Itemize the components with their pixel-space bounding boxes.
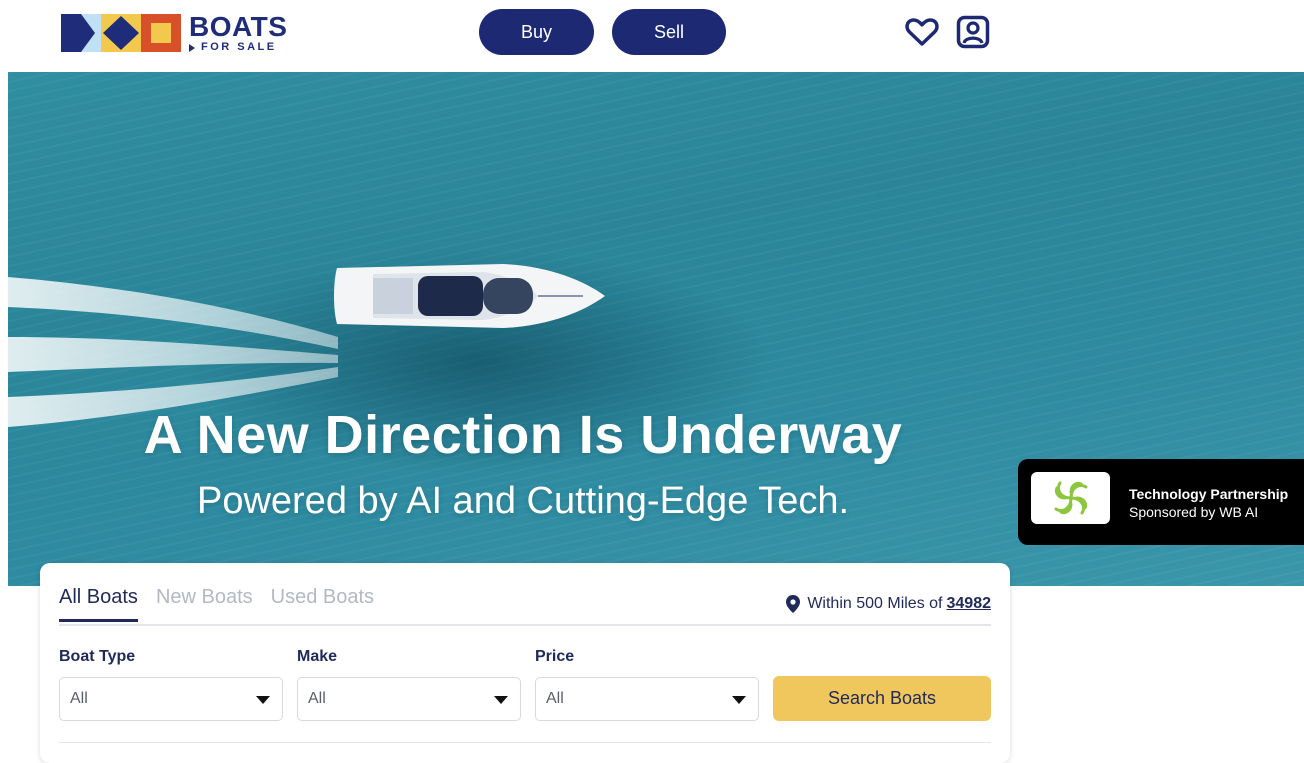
price-label: Price — [535, 648, 575, 665]
tab-all-boats[interactable]: All Boats — [59, 586, 138, 622]
search-tabs: All Boats New Boats Used Boats — [59, 586, 374, 622]
partner-badge[interactable]: Technology Partnership Sponsored by WB A… — [1018, 459, 1304, 545]
boat-type-label: Boat Type — [59, 648, 136, 665]
triangle-icon — [189, 43, 195, 52]
site-logo[interactable]: BOATS FOR SALE — [61, 13, 287, 53]
price-select[interactable]: All — [535, 677, 759, 721]
partner-text: Technology Partnership Sponsored by WB A… — [1129, 485, 1288, 521]
card-divider — [59, 742, 991, 743]
make-select[interactable]: All — [297, 677, 521, 721]
yacht-image — [334, 264, 605, 328]
logo-wordmark: BOATS FOR SALE — [189, 13, 287, 53]
location-prefix: Within 500 Miles of — [807, 595, 943, 612]
tab-used-boats[interactable]: Used Boats — [271, 586, 374, 622]
caret-down-icon — [732, 696, 746, 704]
partner-subtitle: Sponsored by WB AI — [1129, 504, 1259, 520]
logo-sub-text: FOR SALE — [189, 42, 287, 53]
caret-down-icon — [494, 696, 508, 704]
boat-type-select[interactable]: All — [59, 677, 283, 721]
make-value: All — [308, 690, 326, 707]
tabs-divider — [59, 624, 991, 626]
logo-main-text: BOATS — [189, 11, 288, 42]
boat-type-value: All — [70, 690, 88, 707]
site-header: BOATS FOR SALE Buy Sell — [0, 0, 1304, 72]
account-icon[interactable] — [956, 14, 990, 50]
search-card: All Boats New Boats Used Boats Within 50… — [40, 563, 1010, 763]
hero-subtitle: Powered by AI and Cutting-Edge Tech. — [196, 480, 850, 522]
flag-diamond-icon — [101, 14, 141, 52]
search-boats-button[interactable]: Search Boats — [773, 676, 991, 721]
tab-new-boats[interactable]: New Boats — [156, 586, 253, 622]
flag-k-icon — [61, 14, 101, 52]
logo-flags — [61, 14, 181, 52]
price-value: All — [546, 690, 564, 707]
zip-code-link[interactable]: 34982 — [947, 595, 992, 613]
map-pin-icon — [786, 595, 801, 613]
heart-icon[interactable] — [905, 14, 939, 50]
logo-sub-label: FOR SALE — [201, 41, 277, 53]
flag-square-icon — [141, 14, 181, 52]
sell-button[interactable]: Sell — [612, 9, 726, 55]
swirl-logo-icon — [1031, 472, 1110, 524]
make-label: Make — [297, 648, 338, 665]
caret-down-icon — [256, 696, 270, 704]
buy-button[interactable]: Buy — [479, 9, 594, 55]
hero-title: A New Direction Is Underway — [143, 405, 903, 465]
partner-title: Technology Partnership — [1129, 486, 1289, 502]
location-filter[interactable]: Within 500 Miles of 34982 — [786, 595, 991, 613]
